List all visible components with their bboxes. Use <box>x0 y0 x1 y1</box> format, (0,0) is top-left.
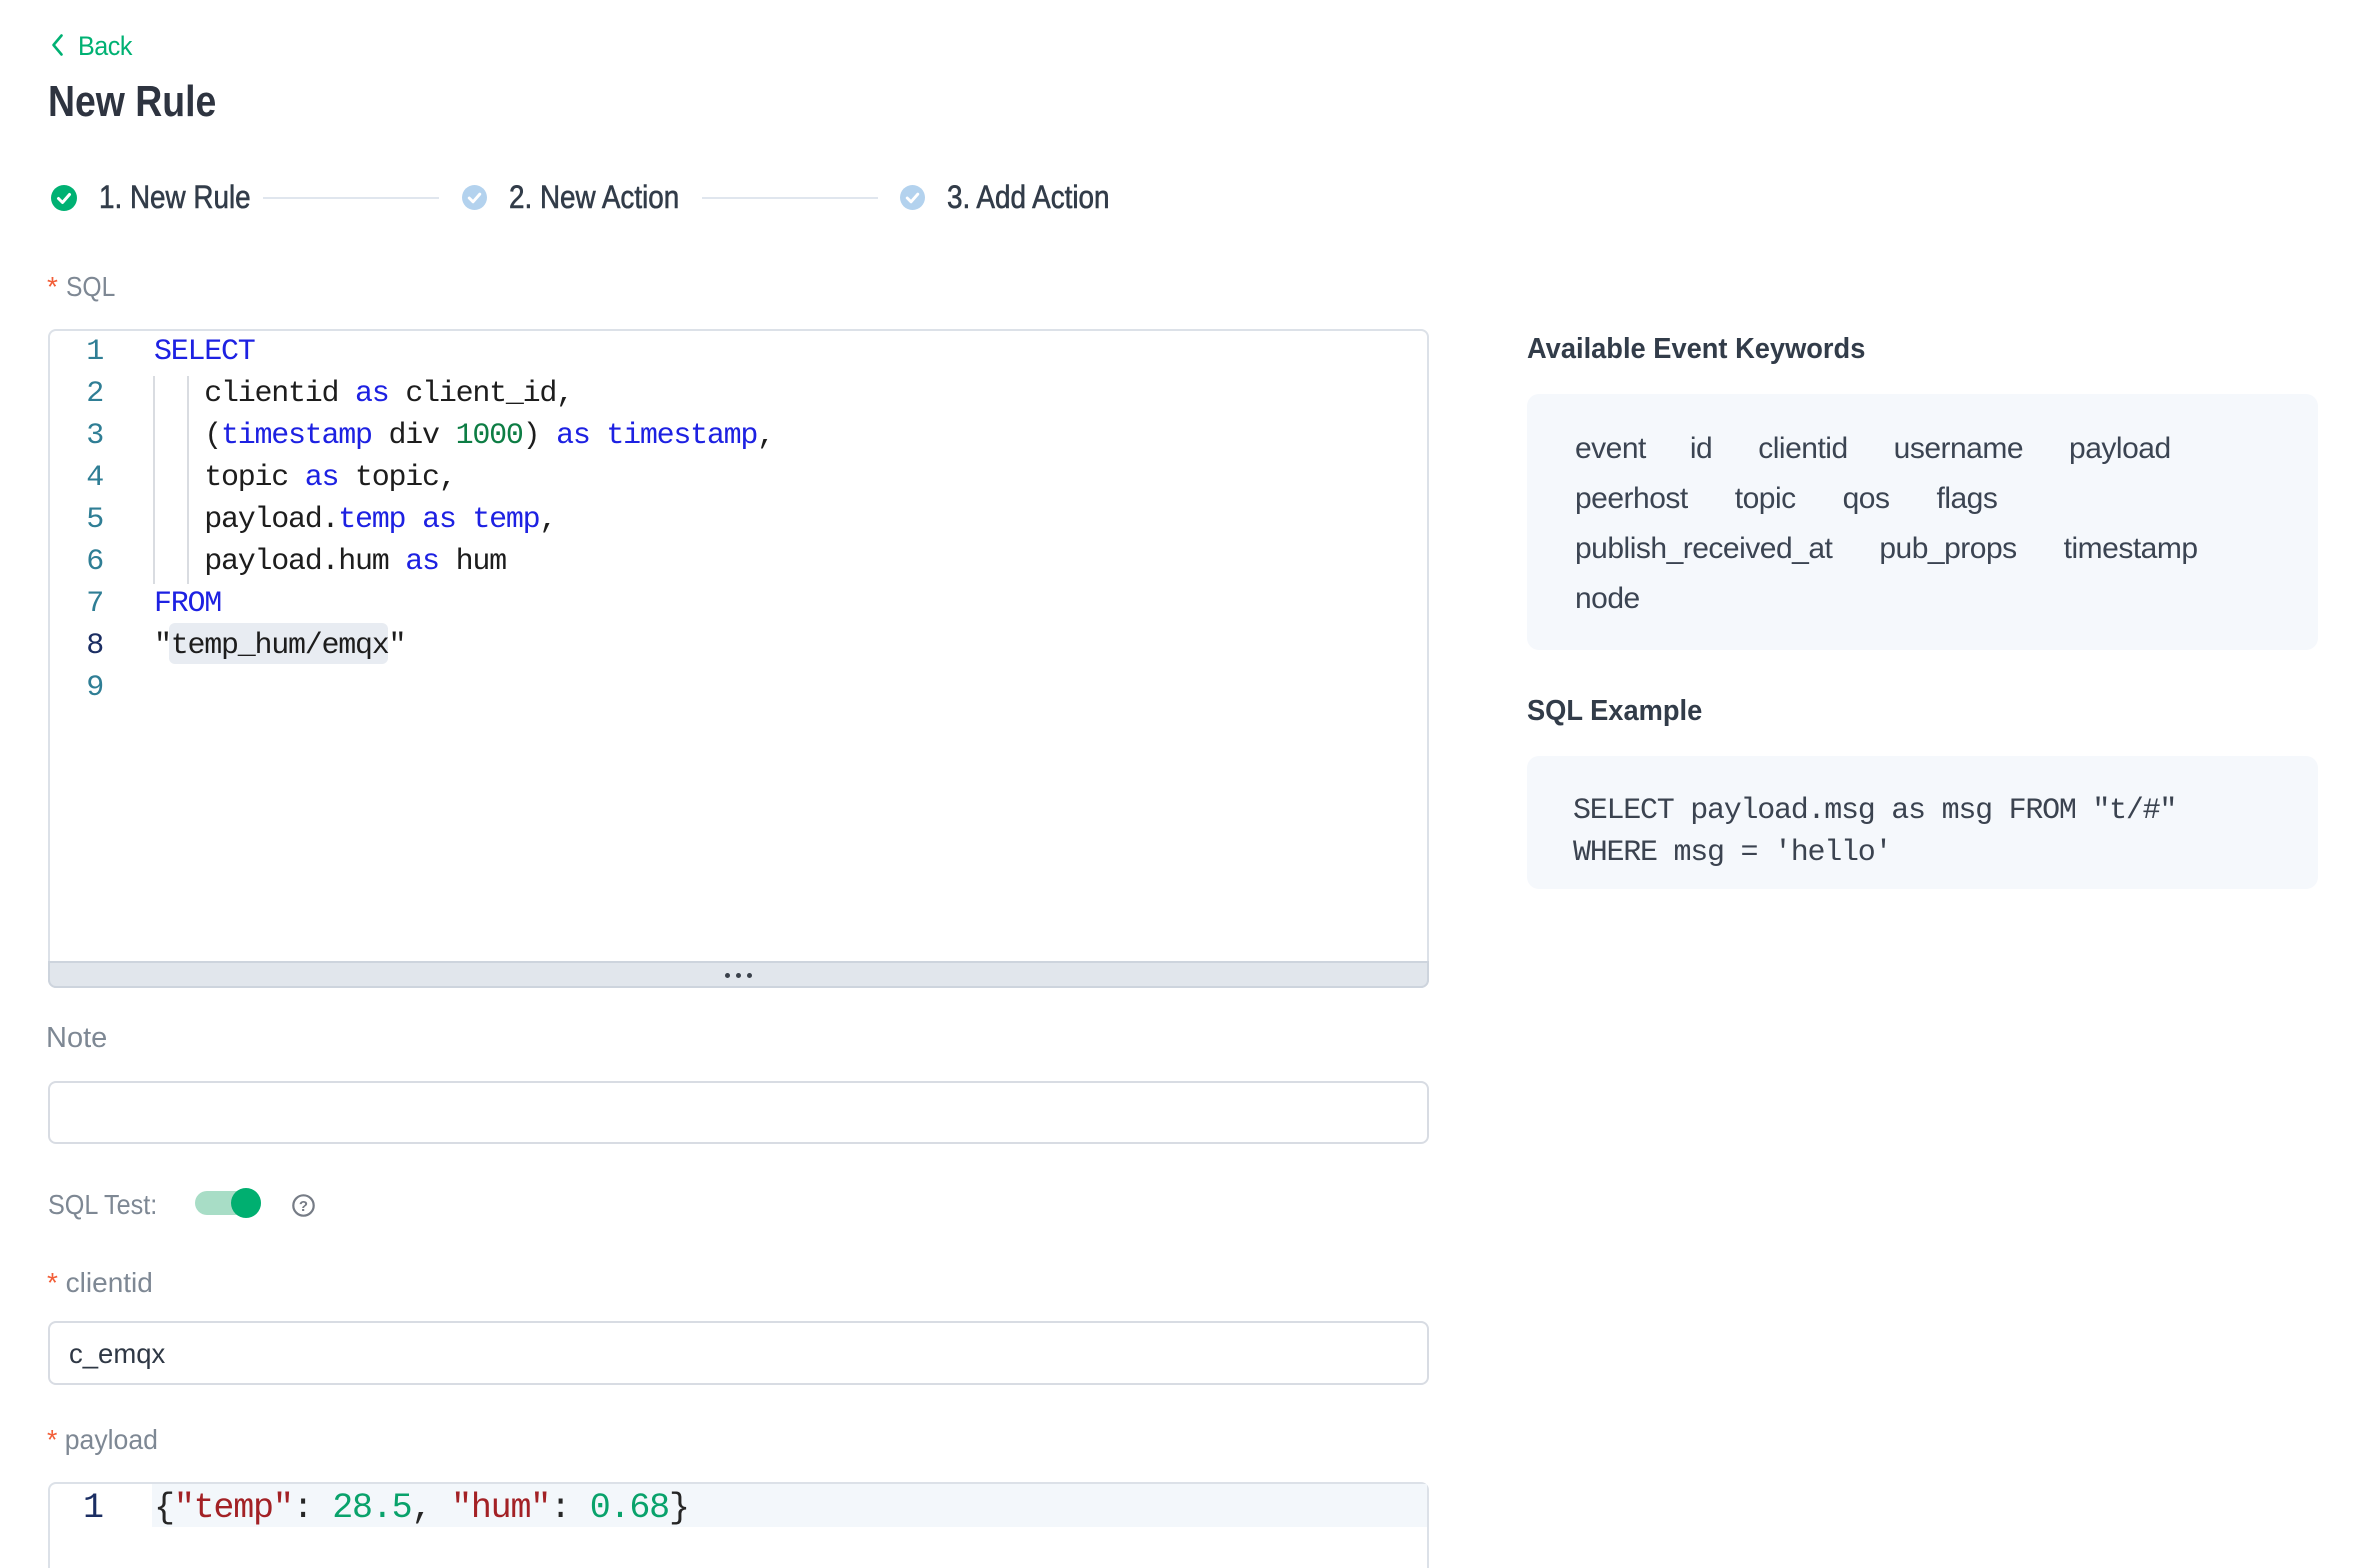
svg-text:?: ? <box>299 1198 308 1215</box>
